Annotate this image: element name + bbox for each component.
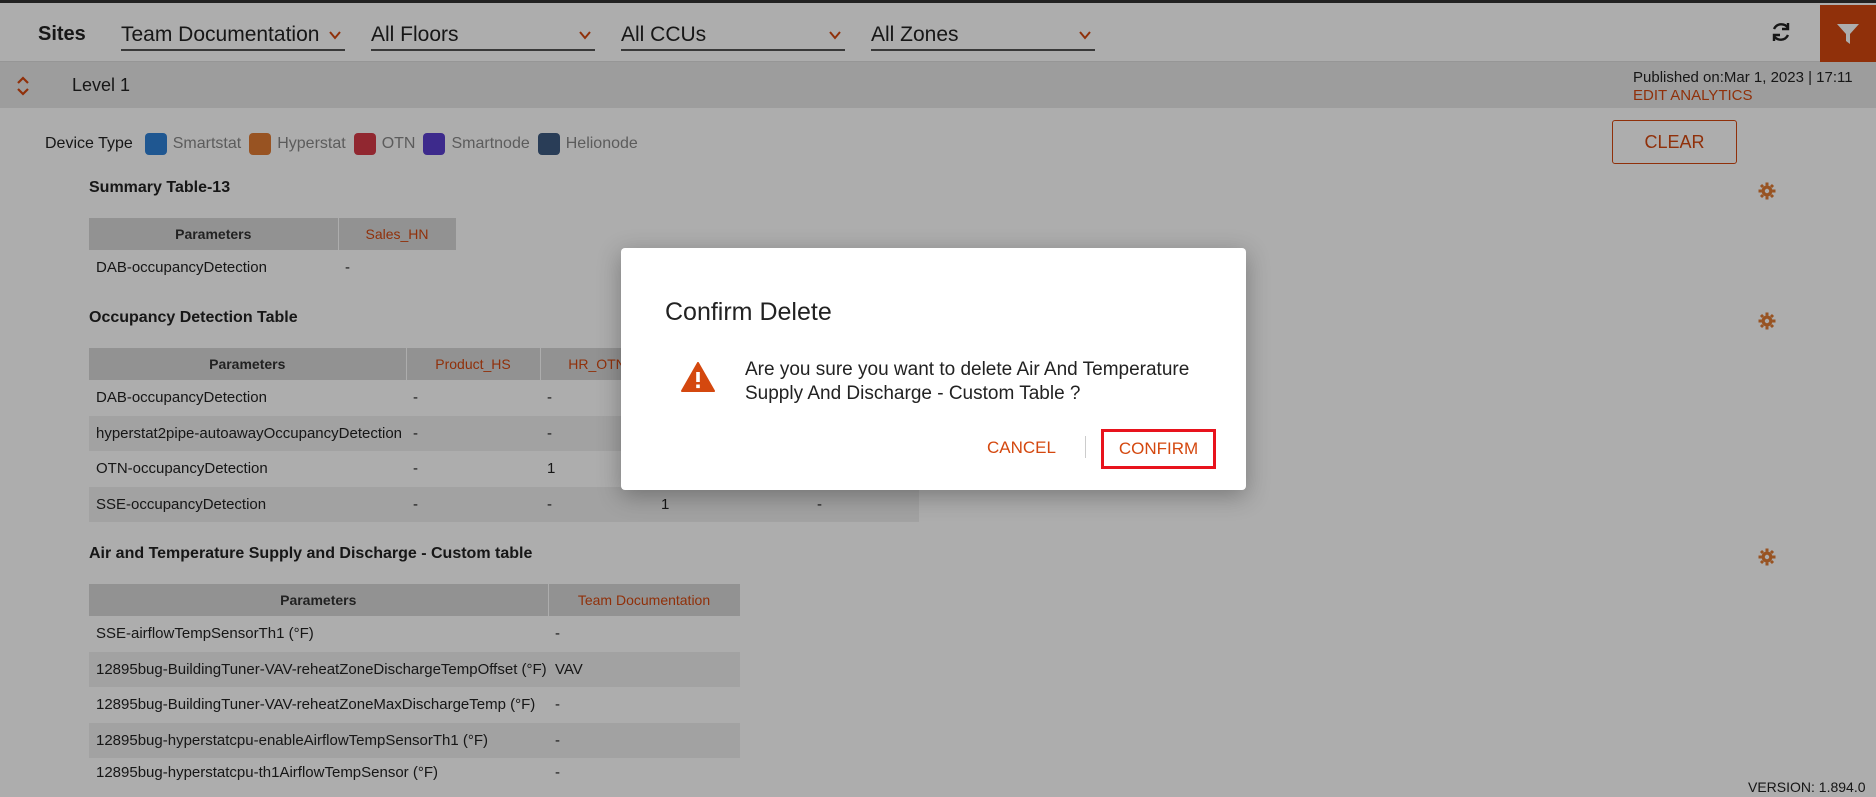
confirm-delete-dialog: Confirm Delete Are you sure you want to … bbox=[621, 248, 1246, 490]
warning-icon bbox=[681, 362, 715, 392]
button-divider bbox=[1085, 436, 1086, 458]
dialog-message: Are you sure you want to delete Air And … bbox=[745, 359, 1190, 404]
confirm-button[interactable]: CONFIRM bbox=[1101, 429, 1216, 469]
dialog-title: Confirm Delete bbox=[665, 298, 832, 326]
cancel-button[interactable]: CANCEL bbox=[987, 438, 1056, 458]
